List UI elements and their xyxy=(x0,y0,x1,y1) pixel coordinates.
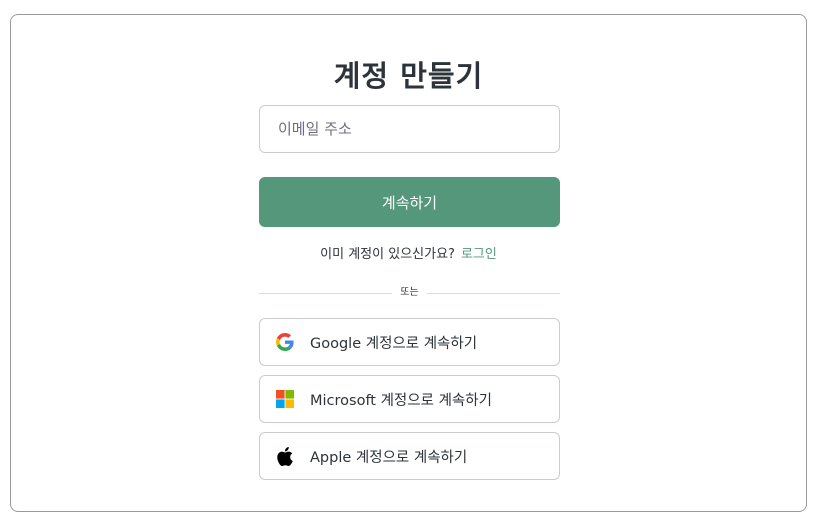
continue-button[interactable]: 계속하기 xyxy=(259,177,560,227)
login-prompt: 이미 계정이 있으신가요? 로그인 xyxy=(11,243,806,262)
divider-line-right xyxy=(427,293,560,294)
google-signin-label: Google 계정으로 계속하기 xyxy=(310,335,478,352)
signup-card: 계정 만들기 계속하기 이미 계정이 있으신가요? 로그인 또는 Google 계… xyxy=(10,14,807,512)
microsoft-icon xyxy=(276,390,294,408)
email-input[interactable] xyxy=(259,105,560,153)
page-title: 계정 만들기 xyxy=(333,59,484,93)
apple-signin-button[interactable]: Apple 계정으로 계속하기 xyxy=(259,432,560,480)
login-link[interactable]: 로그인 xyxy=(461,247,497,262)
apple-signin-label: Apple 계정으로 계속하기 xyxy=(310,449,468,466)
google-signin-button[interactable]: Google 계정으로 계속하기 xyxy=(259,318,560,366)
google-icon xyxy=(276,333,294,351)
have-account-text: 이미 계정이 있으신가요? xyxy=(320,247,455,262)
microsoft-signin-button[interactable]: Microsoft 계정으로 계속하기 xyxy=(259,375,560,423)
microsoft-signin-label: Microsoft 계정으로 계속하기 xyxy=(310,392,492,409)
apple-icon xyxy=(276,446,294,466)
or-divider: 또는 xyxy=(259,285,560,301)
